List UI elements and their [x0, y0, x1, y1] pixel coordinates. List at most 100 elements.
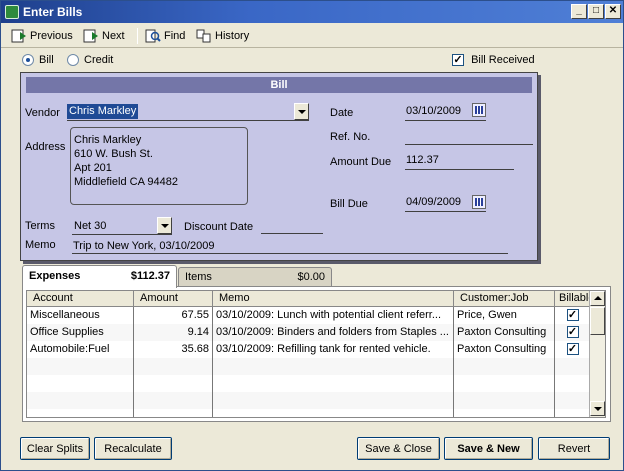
row-amount[interactable]: 35.68 — [134, 341, 213, 358]
credit-radio[interactable]: Credit — [67, 53, 113, 67]
calendar-icon[interactable] — [472, 103, 486, 117]
row-customer-job[interactable]: Paxton Consulting — [454, 324, 555, 341]
row-billable[interactable]: ✓ — [555, 341, 591, 358]
row-amount[interactable]: 67.55 — [134, 307, 213, 324]
tab-expenses-label: Expenses — [29, 270, 81, 282]
row-account[interactable]: Office Supplies — [27, 324, 134, 341]
terms-label: Terms — [25, 220, 55, 232]
row-amount[interactable]: 9.14 — [134, 324, 213, 341]
previous-label: Previous — [30, 30, 73, 42]
tab-expenses[interactable]: Expenses $112.37 — [22, 265, 177, 288]
row-memo[interactable]: 03/10/2009: Lunch with potential client … — [213, 307, 454, 324]
billable-check-icon[interactable]: ✓ — [566, 343, 579, 356]
row-billable[interactable]: ✓ — [555, 324, 591, 341]
previous-icon — [11, 29, 27, 43]
billable-check-icon[interactable]: ✓ — [566, 326, 579, 339]
row-account[interactable]: Automobile:Fuel — [27, 341, 134, 358]
history-label: History — [215, 30, 250, 42]
vertical-scrollbar[interactable] — [589, 291, 605, 417]
amount-due-field[interactable]: 112.37 — [406, 154, 439, 166]
find-button[interactable]: Find — [145, 28, 185, 44]
history-button[interactable]: History — [196, 28, 249, 44]
ref-no-label: Ref. No. — [330, 131, 371, 143]
address-label: Address — [25, 141, 66, 153]
vendor-value[interactable]: Chris Markley — [67, 104, 139, 119]
table-row[interactable] — [27, 375, 591, 392]
row-account[interactable]: Miscellaneous — [27, 307, 134, 324]
next-button[interactable]: Next — [83, 28, 125, 44]
address-line: Apt 201 — [74, 162, 112, 174]
bill-due-field[interactable]: 04/09/2009 — [406, 196, 461, 208]
address-line: 610 W. Bush St. — [74, 148, 153, 160]
table-row[interactable]: Automobile:Fuel 35.68 03/10/2009: Refill… — [27, 341, 591, 358]
scroll-down-icon[interactable] — [590, 401, 605, 416]
expenses-table: Account Amount Memo Customer:Job Billabl… — [26, 290, 606, 418]
bill-received-check-icon[interactable]: ✓ — [452, 54, 464, 67]
billable-check-icon[interactable]: ✓ — [566, 309, 579, 322]
enter-bills-window: Enter Bills _ □ ✕ Previous Next Find His… — [0, 0, 624, 471]
column-header-billable[interactable]: Billable? — [555, 291, 601, 307]
app-icon — [5, 5, 19, 19]
scroll-up-icon[interactable] — [590, 291, 605, 306]
title-bar[interactable]: Enter Bills _ □ ✕ — [1, 1, 623, 23]
recalculate-button[interactable]: Recalculate — [94, 437, 172, 460]
date-label: Date — [330, 107, 354, 119]
next-label: Next — [102, 30, 125, 42]
close-button[interactable]: ✕ — [605, 4, 621, 19]
column-header-memo[interactable]: Memo — [213, 291, 454, 307]
column-header-customer-job[interactable]: Customer:Job — [454, 291, 555, 307]
column-header-amount[interactable]: Amount — [134, 291, 213, 307]
tab-items-amount: $0.00 — [297, 271, 325, 283]
credit-radio-label: Credit — [84, 54, 114, 66]
calendar-icon[interactable] — [472, 195, 486, 209]
find-icon — [145, 29, 161, 43]
revert-button[interactable]: Revert — [538, 437, 610, 460]
terms-dropdown[interactable]: Net 30 — [72, 217, 172, 235]
scroll-thumb[interactable] — [590, 307, 605, 335]
table-row[interactable] — [27, 358, 591, 375]
row-customer-job[interactable]: Paxton Consulting — [454, 341, 555, 358]
discount-date-label: Discount Date — [184, 221, 254, 233]
bill-due-label: Bill Due — [330, 198, 368, 210]
credit-radio-dot[interactable] — [67, 54, 79, 67]
history-icon — [196, 29, 212, 43]
column-header-account[interactable]: Account — [27, 291, 134, 307]
bill-radio-dot[interactable] — [22, 54, 34, 67]
amount-due-label: Amount Due — [330, 156, 392, 168]
row-billable[interactable]: ✓ — [555, 307, 591, 324]
clear-splits-button[interactable]: Clear Splits — [20, 437, 90, 460]
memo-field[interactable]: Trip to New York, 03/10/2009 — [73, 240, 214, 252]
table-row[interactable] — [27, 392, 591, 409]
address-box[interactable]: Chris Markley 610 W. Bush St. Apt 201 Mi… — [70, 127, 248, 205]
window-title: Enter Bills — [23, 5, 83, 19]
terms-value[interactable]: Net 30 — [74, 220, 106, 232]
bill-form: Bill Vendor Chris Markley Address Chris … — [20, 72, 538, 261]
minimize-button[interactable]: _ — [571, 4, 587, 19]
bill-received-checkbox[interactable]: ✓ Bill Received — [452, 53, 535, 67]
toolbar: Previous Next Find History — [1, 24, 623, 48]
find-label: Find — [164, 30, 186, 42]
table-row[interactable] — [27, 409, 591, 417]
row-customer-job[interactable]: Price, Gwen — [454, 307, 555, 324]
tab-items[interactable]: Items $0.00 — [178, 267, 332, 287]
chevron-down-icon[interactable] — [157, 217, 172, 234]
table-row[interactable]: Miscellaneous 67.55 03/10/2009: Lunch wi… — [27, 307, 591, 324]
row-memo[interactable]: 03/10/2009: Refilling tank for rented ve… — [213, 341, 454, 358]
row-memo[interactable]: 03/10/2009: Binders and folders from Sta… — [213, 324, 454, 341]
tab-items-label: Items — [185, 271, 212, 283]
memo-label: Memo — [25, 239, 56, 251]
vendor-dropdown[interactable]: Chris Markley — [67, 103, 309, 121]
chevron-down-icon[interactable] — [294, 103, 309, 120]
bill-received-label: Bill Received — [471, 54, 535, 66]
address-line: Chris Markley — [74, 134, 142, 146]
save-close-button[interactable]: Save & Close — [357, 437, 440, 460]
table-row[interactable]: Office Supplies 9.14 03/10/2009: Binders… — [27, 324, 591, 341]
date-field[interactable]: 03/10/2009 — [406, 105, 461, 117]
vendor-label: Vendor — [25, 107, 60, 119]
bill-radio-label: Bill — [39, 54, 54, 66]
previous-button[interactable]: Previous — [11, 28, 73, 44]
save-new-button[interactable]: Save & New — [444, 437, 533, 460]
next-icon — [83, 29, 99, 43]
bill-radio[interactable]: Bill — [22, 53, 54, 67]
maximize-button[interactable]: □ — [588, 4, 604, 19]
